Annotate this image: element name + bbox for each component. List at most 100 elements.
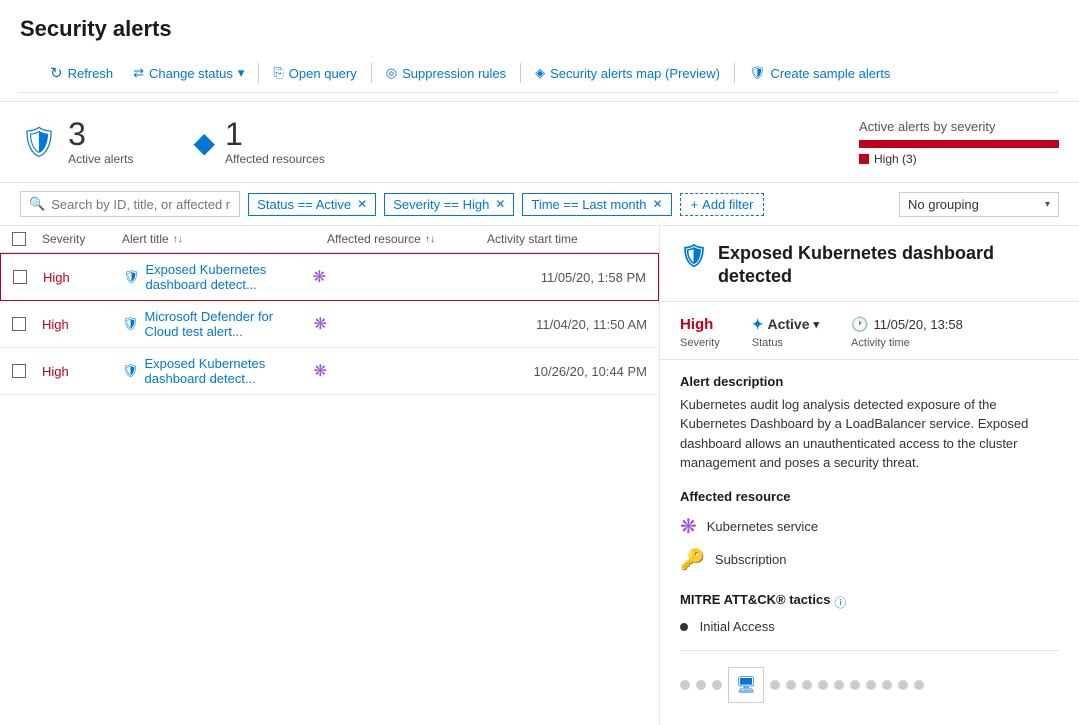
open-query-icon: ⎘ xyxy=(273,65,283,81)
filter-row: 🔍 Status == Active ✕ Severity == High ✕ … xyxy=(0,183,1079,226)
detail-shield-icon: 🛡 xyxy=(680,242,708,271)
change-status-icon: ⇄ xyxy=(133,65,144,81)
tactic-dot xyxy=(680,623,688,631)
row2-checkbox[interactable] xyxy=(12,317,26,331)
separator3 xyxy=(520,63,521,83)
row3-alert-title: 🛡 Exposed Kubernetes dashboard detect...… xyxy=(122,356,327,386)
time-filter-close[interactable]: ✕ xyxy=(653,197,663,211)
refresh-button[interactable]: ↻ Refresh xyxy=(40,60,123,86)
timeline-dot10 xyxy=(866,680,876,690)
table-row[interactable]: High 🛡 Microsoft Defender for Cloud test… xyxy=(0,301,659,348)
time-filter-text: Time == Last month xyxy=(531,197,646,212)
table-body: High 🛡 Exposed Kubernetes dashboard dete… xyxy=(0,253,659,725)
sort-arrows-resource-icon: ↑↓ xyxy=(425,234,435,245)
row3-checkbox[interactable] xyxy=(12,364,26,378)
detail-panel: 🛡 Exposed Kubernetes dashboard detected … xyxy=(660,226,1079,725)
table-row[interactable]: High 🛡 Exposed Kubernetes dashboard dete… xyxy=(0,348,659,395)
th-activity-start-label: Activity start time xyxy=(487,232,578,246)
suppression-rules-label: Suppression rules xyxy=(402,66,506,81)
th-checkbox xyxy=(12,232,42,246)
severity-high-text: High (3) xyxy=(874,152,917,166)
open-query-button[interactable]: ⎘ Open query xyxy=(263,61,366,85)
th-alert-title[interactable]: Alert title ↑↓ xyxy=(122,232,327,246)
toolbar: ↻ Refresh ⇄ Change status ▾ ⎘ Open query… xyxy=(20,54,1059,93)
row2-k8s-icon: ❋ xyxy=(314,314,327,334)
open-query-label: Open query xyxy=(289,66,357,81)
affected-resources-count: 1 xyxy=(225,118,325,150)
affected-resource-section: Affected resource ❋ Kubernetes service 🔑… xyxy=(680,489,1059,576)
add-filter-icon: + xyxy=(691,197,699,212)
separator1 xyxy=(258,63,259,83)
row2-time: 11/04/20, 11:50 AM xyxy=(487,317,647,332)
severity-chart: Active alerts by severity High (3) xyxy=(859,119,1059,166)
create-sample-alerts-button[interactable]: 🛡 Create sample alerts xyxy=(739,61,900,85)
search-input[interactable] xyxy=(51,197,231,212)
row3-severity: High xyxy=(42,364,122,379)
change-status-button[interactable]: ⇄ Change status ▾ xyxy=(123,61,254,85)
row2-shield-icon: 🛡 xyxy=(122,316,139,332)
clock-icon: 🕐 xyxy=(851,316,868,333)
meta-time-value: 🕐 11/05/20, 13:58 xyxy=(851,316,963,333)
time-filter-tag[interactable]: Time == Last month ✕ xyxy=(522,193,671,216)
stats-row: 🛡 3 Active alerts ◆ 1 Affected resources… xyxy=(0,102,1079,183)
timeline-dot5 xyxy=(786,680,796,690)
timeline-dot12 xyxy=(898,680,908,690)
timeline-dot7 xyxy=(818,680,828,690)
severity-bar-high xyxy=(859,140,1059,148)
meta-severity: High Severity xyxy=(680,316,720,349)
affected-resources-label: Affected resources xyxy=(225,152,325,166)
timeline-dot9 xyxy=(850,680,860,690)
grouping-select[interactable]: No grouping ▾ xyxy=(899,192,1059,217)
subscription-icon: 🔑 xyxy=(680,547,705,572)
affected-resources-icon: ◆ xyxy=(193,126,215,159)
search-box[interactable]: 🔍 xyxy=(20,191,240,217)
grouping-chevron-icon: ▾ xyxy=(1045,199,1050,210)
severity-chart-title: Active alerts by severity xyxy=(859,119,1059,134)
severity-filter-close[interactable]: ✕ xyxy=(495,197,505,211)
th-severity-label: Severity xyxy=(42,232,85,246)
refresh-label: Refresh xyxy=(68,66,114,81)
timeline-dot2 xyxy=(696,680,706,690)
security-alerts-map-label: Security alerts map (Preview) xyxy=(550,66,720,81)
status-chevron-icon[interactable]: ▾ xyxy=(814,318,820,331)
select-all-checkbox[interactable] xyxy=(12,232,26,246)
row3-k8s-icon: ❋ xyxy=(314,361,327,381)
mitre-info-icon[interactable]: ⓘ xyxy=(834,594,846,611)
resource2-name: Subscription xyxy=(715,552,787,567)
row1-checkbox[interactable] xyxy=(13,270,27,284)
status-filter-tag[interactable]: Status == Active ✕ xyxy=(248,193,376,216)
suppression-rules-button[interactable]: ◎ Suppression rules xyxy=(376,61,516,85)
table-row[interactable]: High 🛡 Exposed Kubernetes dashboard dete… xyxy=(0,253,659,301)
severity-filter-tag[interactable]: Severity == High ✕ xyxy=(384,193,514,216)
status-filter-close[interactable]: ✕ xyxy=(357,197,367,211)
add-filter-button[interactable]: + Add filter xyxy=(680,193,765,216)
th-affected-resource[interactable]: Affected resource ↑↓ xyxy=(327,232,487,246)
timeline-dot8 xyxy=(834,680,844,690)
th-activity-start: Activity start time xyxy=(487,232,647,246)
row1-k8s-icon: ❋ xyxy=(313,267,326,287)
row1-shield-icon: 🛡 xyxy=(123,269,140,285)
active-alerts-stat: 🛡 3 Active alerts xyxy=(20,118,133,166)
timeline-dot11 xyxy=(882,680,892,690)
separator2 xyxy=(371,63,372,83)
row2-checkbox-cell xyxy=(12,317,42,331)
row3-shield-icon: 🛡 xyxy=(122,363,139,379)
meta-status-label: Status xyxy=(752,337,819,349)
row1-alert-title: 🛡 Exposed Kubernetes dashboard detect...… xyxy=(123,262,326,292)
separator4 xyxy=(734,63,735,83)
timeline-dot3 xyxy=(712,680,722,690)
mitre-tactic-text: Initial Access xyxy=(700,619,775,634)
resource2-item: 🔑 Subscription xyxy=(680,543,1059,576)
timeline-dot4 xyxy=(770,680,780,690)
row2-title-text: Microsoft Defender for Cloud test alert.… xyxy=(145,309,308,339)
map-icon: ◈ xyxy=(535,65,545,81)
affected-resources-stat: ◆ 1 Affected resources xyxy=(193,118,324,166)
detail-meta: High Severity ✦ Active ▾ Status 🕐 11/05/… xyxy=(660,302,1079,360)
mitre-title: MITRE ATT&CK® tactics xyxy=(680,592,830,607)
active-alerts-count: 3 xyxy=(68,118,133,150)
affected-resource-title: Affected resource xyxy=(680,489,1059,504)
security-alerts-map-button[interactable]: ◈ Security alerts map (Preview) xyxy=(525,61,730,85)
mitre-tactic-item: Initial Access xyxy=(680,619,1059,634)
th-severity[interactable]: Severity xyxy=(42,232,122,246)
status-filter-text: Status == Active xyxy=(257,197,351,212)
